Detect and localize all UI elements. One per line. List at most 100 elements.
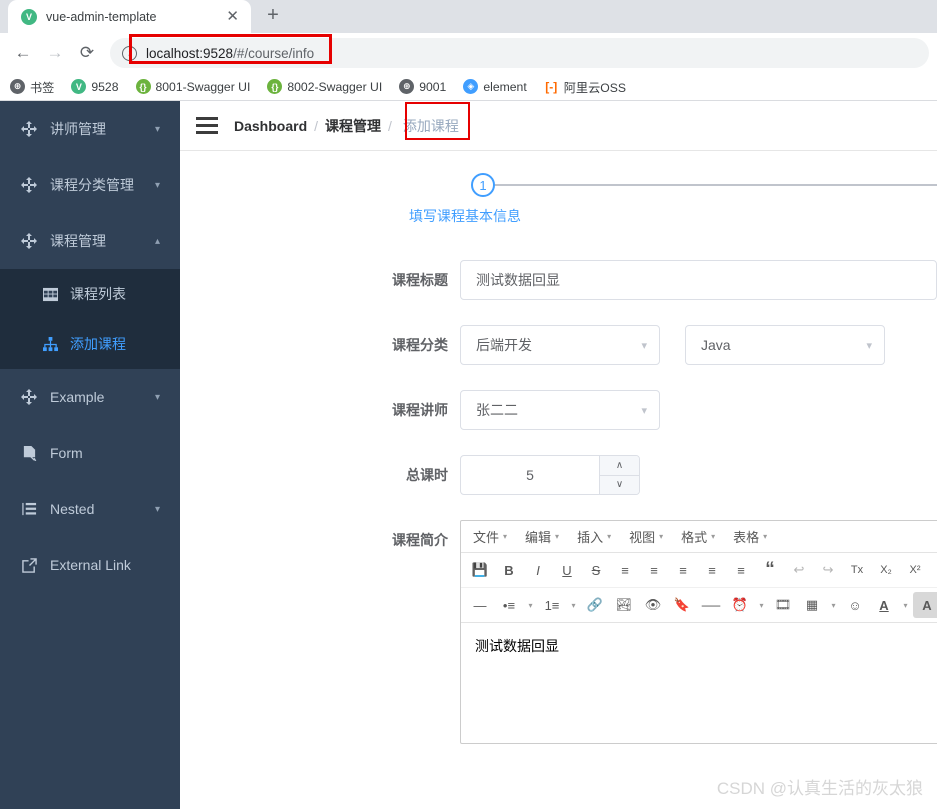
navigation-bar: ← → ⟳ i localhost:9528/#/course/info bbox=[0, 33, 937, 73]
form-icon bbox=[20, 445, 38, 461]
sidebar-subitem-1[interactable]: 添加课程 bbox=[0, 319, 180, 369]
image-icon[interactable]: 🏞 bbox=[610, 592, 638, 618]
form-row-title: 课程标题 测试数据回显 bbox=[180, 260, 937, 300]
sidebar-item-2[interactable]: 课程管理 ▴ bbox=[0, 213, 180, 269]
editor-menu-0[interactable]: 文件 ▾ bbox=[465, 524, 515, 549]
sidebar-item-after-3[interactable]: External Link bbox=[0, 537, 180, 593]
align-left-icon[interactable]: ≡ bbox=[611, 557, 639, 583]
bullet-list-icon[interactable]: •≡ bbox=[495, 592, 523, 618]
chevron-down-icon: ▾ bbox=[154, 503, 160, 515]
sidebar-item-1[interactable]: 课程分类管理 ▾ bbox=[0, 157, 180, 213]
label-total-lessons: 总课时 bbox=[406, 467, 448, 483]
backcolor-icon[interactable]: A bbox=[913, 592, 937, 618]
editor-content[interactable]: 测试数据回显 bbox=[461, 623, 937, 743]
back-icon[interactable]: ← bbox=[8, 38, 38, 68]
italic-icon[interactable]: I bbox=[524, 557, 552, 583]
lesson-count-value[interactable]: 5 bbox=[461, 456, 599, 494]
sidebar-item-0[interactable]: 讲师管理 ▾ bbox=[0, 101, 180, 157]
editor-menu-label: 文件 bbox=[473, 530, 500, 545]
bookmark-item[interactable]: [-] 阿里云OSS bbox=[543, 78, 626, 96]
indent-icon[interactable]: ≡ bbox=[727, 557, 755, 583]
category-child-select[interactable]: Java ▾ bbox=[685, 325, 885, 365]
editor-menu-4[interactable]: 格式 ▾ bbox=[673, 524, 723, 549]
sidebar-item-after-2[interactable]: Nested ▾ bbox=[0, 481, 180, 537]
outdent-icon[interactable]: ≡ bbox=[698, 557, 726, 583]
bookmark-label: 9528 bbox=[91, 79, 119, 94]
address-bar[interactable]: i localhost:9528/#/course/info bbox=[110, 38, 929, 68]
subscript-icon[interactable]: X₂ bbox=[872, 557, 900, 583]
bookmark-item[interactable]: {} 8001-Swagger UI bbox=[135, 79, 250, 94]
breadcrumb-item-0[interactable]: Dashboard bbox=[234, 118, 307, 134]
sidebar-item-after-0[interactable]: Example ▾ bbox=[0, 369, 180, 425]
reload-icon[interactable]: ⟳ bbox=[72, 38, 102, 68]
align-center-icon[interactable]: ≡ bbox=[640, 557, 668, 583]
chevron-down-icon: ▾ bbox=[555, 532, 560, 541]
sidebar-item-label: 讲师管理 bbox=[50, 121, 106, 137]
superscript-icon[interactable]: X² bbox=[901, 557, 929, 583]
bookmark-item[interactable]: ⊕ 9001 bbox=[399, 79, 446, 94]
browser-tab[interactable]: V vue-admin-template ✕ bbox=[8, 0, 251, 33]
stepper-down-icon[interactable]: ∨ bbox=[600, 474, 639, 494]
anchor-icon[interactable]: 🔖 bbox=[668, 592, 696, 618]
bookmark-item[interactable]: V 9528 bbox=[71, 79, 119, 94]
breadcrumb-item-1[interactable]: 课程管理 bbox=[325, 116, 381, 136]
undo-icon[interactable]: ↩ bbox=[785, 557, 813, 583]
bold-icon[interactable]: B bbox=[495, 557, 523, 583]
chevron-down-icon: ▾ bbox=[503, 532, 508, 541]
code-icon[interactable]: <> bbox=[930, 557, 937, 583]
chevron-down-icon[interactable]: ▾ bbox=[899, 592, 912, 618]
page-break-icon[interactable]: ── bbox=[697, 592, 725, 618]
label-course-teacher: 课程讲师 bbox=[392, 402, 448, 418]
editor-menu-5[interactable]: 表格 ▾ bbox=[725, 524, 775, 549]
teacher-select[interactable]: 张二二 ▾ bbox=[460, 390, 660, 430]
sidebar-item-after-1[interactable]: Form bbox=[0, 425, 180, 481]
numbered-list-icon[interactable]: 1≡ bbox=[538, 592, 566, 618]
editor-menu-2[interactable]: 插入 ▾ bbox=[569, 524, 619, 549]
new-tab-button[interactable]: + bbox=[259, 1, 287, 29]
strikethrough-icon[interactable]: S bbox=[582, 557, 610, 583]
editor-menu-3[interactable]: 视图 ▾ bbox=[621, 524, 671, 549]
underline-icon[interactable]: U bbox=[553, 557, 581, 583]
globe-icon: ⊕ bbox=[399, 79, 415, 94]
chevron-down-icon[interactable]: ▾ bbox=[827, 592, 840, 618]
chevron-down-icon[interactable]: ▾ bbox=[524, 592, 537, 618]
site-info-icon[interactable]: i bbox=[122, 45, 137, 61]
category-parent-select[interactable]: 后端开发 ▾ bbox=[460, 325, 660, 365]
media-icon[interactable]: 🎞 bbox=[769, 592, 797, 618]
forecolor-icon[interactable]: A bbox=[870, 592, 898, 618]
redo-icon[interactable]: ↪ bbox=[814, 557, 842, 583]
chevron-down-icon[interactable]: ▾ bbox=[755, 592, 768, 618]
editor-menu-label: 视图 bbox=[629, 530, 656, 545]
link-icon[interactable]: 🔗 bbox=[581, 592, 609, 618]
bookmark-label: 8002-Swagger UI bbox=[287, 79, 383, 94]
remove-format-icon[interactable]: Tx bbox=[843, 557, 871, 583]
bookmark-item[interactable]: ◈ element bbox=[463, 79, 527, 94]
save-icon[interactable]: 💾 bbox=[466, 557, 494, 583]
table-icon[interactable]: ▦ bbox=[798, 592, 826, 618]
aliyun-icon: [-] bbox=[543, 79, 559, 94]
menu-icon[interactable] bbox=[196, 117, 218, 134]
close-icon[interactable]: ✕ bbox=[224, 9, 241, 24]
emoticons-icon[interactable]: ☺ bbox=[841, 592, 869, 618]
bookmark-item[interactable]: ⊕ 书签 bbox=[10, 78, 54, 96]
editor-menu-1[interactable]: 编辑 ▾ bbox=[517, 524, 567, 549]
nested-icon bbox=[20, 502, 38, 517]
bookmark-item[interactable]: {} 8002-Swagger UI bbox=[267, 79, 382, 94]
lesson-count-stepper[interactable]: 5 ∧ ∨ bbox=[460, 455, 640, 495]
bookmark-label: 书签 bbox=[30, 80, 55, 95]
horizontal-rule-icon[interactable]: — bbox=[466, 592, 494, 618]
forward-icon[interactable]: → bbox=[40, 38, 70, 68]
stepper-up-icon[interactable]: ∧ bbox=[600, 456, 639, 475]
bookmarks-bar: ⊕ 书签 V 9528 {} 8001-Swagger UI {} 8002-Swagger … bbox=[0, 73, 937, 101]
blockquote-icon[interactable]: “ bbox=[756, 557, 784, 583]
chevron-down-icon: ▾ bbox=[154, 123, 160, 135]
chevron-down-icon[interactable]: ▾ bbox=[567, 592, 580, 618]
vue-icon: V bbox=[21, 8, 37, 25]
course-title-input[interactable]: 测试数据回显 bbox=[460, 260, 937, 300]
chevron-down-icon: ▾ bbox=[607, 532, 612, 541]
insert-datetime-icon[interactable]: ⏰ bbox=[726, 592, 754, 618]
preview-icon[interactable]: 👁 bbox=[639, 592, 667, 618]
sidebar-subitem-0[interactable]: 课程列表 bbox=[0, 269, 180, 319]
editor-menubar: 文件 ▾ 编辑 ▾ 插入 ▾ 视图 ▾ 格式 ▾ 表格 ▾ bbox=[461, 521, 937, 553]
align-right-icon[interactable]: ≡ bbox=[669, 557, 697, 583]
